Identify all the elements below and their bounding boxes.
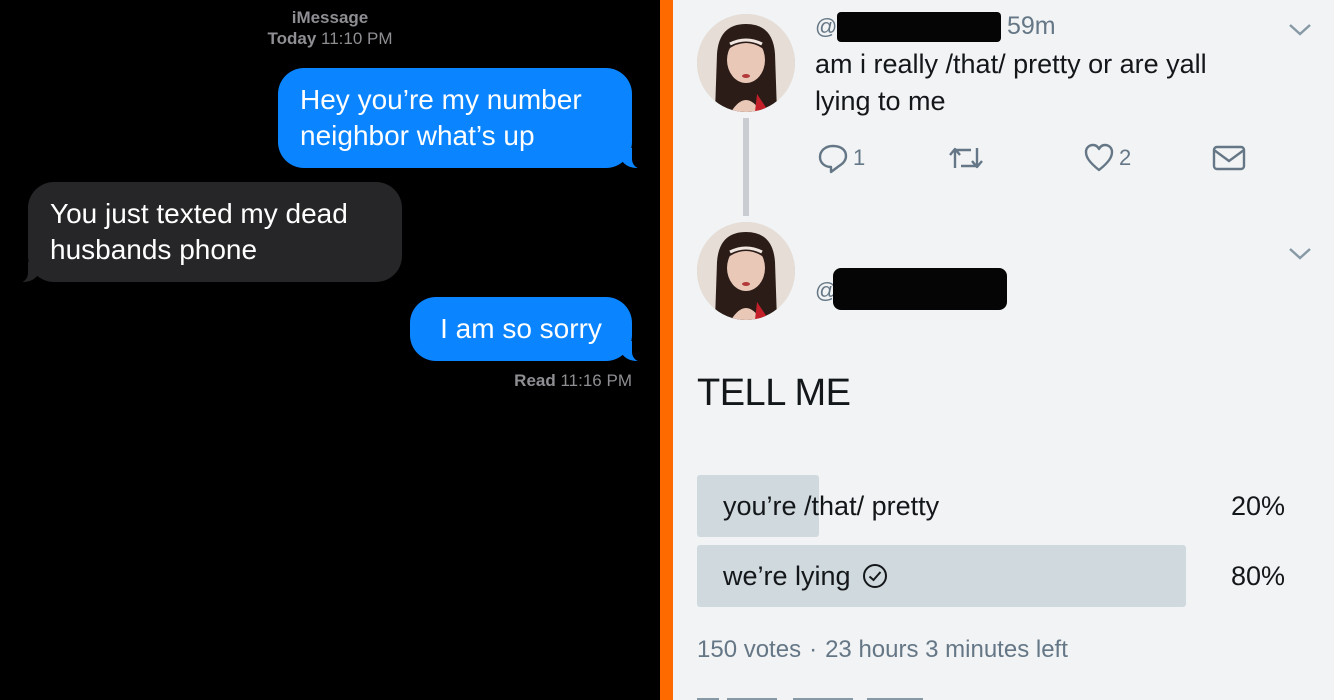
check-circle-icon xyxy=(862,564,887,588)
poll-separator: · xyxy=(809,636,818,663)
read-receipt: Read 11:16 PM xyxy=(514,371,632,391)
timestamp-time: 11:10 PM xyxy=(321,29,393,48)
read-label: Read xyxy=(514,371,556,390)
message-bubble-received[interactable]: You just texted my dead husbands phone xyxy=(8,182,402,283)
profile-photo-icon xyxy=(697,14,795,112)
timestamp-day: Today xyxy=(267,29,317,48)
redacted-username xyxy=(837,12,1001,42)
poll-option[interactable]: we’re lying 80% xyxy=(697,545,1285,607)
poll-option-percent: 80% xyxy=(1230,561,1285,591)
poll-option-label: you’re /that/ pretty xyxy=(723,475,939,537)
service-label: iMessage xyxy=(291,8,369,27)
poll-question: TELL ME xyxy=(697,372,851,414)
poll-option-percent: 20% xyxy=(1230,491,1285,521)
profile-photo-icon xyxy=(697,222,795,320)
like-button[interactable]: 2 xyxy=(1083,142,1131,174)
avatar[interactable] xyxy=(697,222,795,320)
avatar[interactable] xyxy=(697,14,795,112)
conversation-timestamp: Today 11:10 PM xyxy=(0,28,660,50)
message-bubble-sent[interactable]: I am so sorry xyxy=(410,297,652,362)
poll-footer: 150 votes · 23 hours 3 minutes left xyxy=(697,636,1068,664)
poll-option[interactable]: you’re /that/ pretty 20% xyxy=(697,475,1285,537)
tweet-handle[interactable]: @ xyxy=(815,14,837,40)
poll-vote-count: 150 votes xyxy=(697,636,802,663)
retweet-button[interactable] xyxy=(947,142,985,174)
poll-option-label: we’re lying xyxy=(723,545,889,607)
reply-button[interactable]: 1 xyxy=(817,142,865,174)
direct-message-button[interactable] xyxy=(1211,142,1247,174)
reply-count: 1 xyxy=(853,145,866,170)
envelope-icon xyxy=(1212,145,1246,171)
chevron-down-icon[interactable] xyxy=(1287,246,1313,262)
chevron-down-icon[interactable] xyxy=(1287,22,1313,38)
conversation-header: iMessage Today 11:10 PM xyxy=(0,8,660,50)
read-time: 11:16 PM xyxy=(560,371,632,390)
tweet-text: am i really /that/ pretty or are yall ly… xyxy=(815,49,1207,116)
like-count: 2 xyxy=(1119,145,1132,170)
poll-option-text: we’re lying xyxy=(723,561,851,591)
twitter-thread: @ 59m am i really /that/ pretty or are y… xyxy=(673,0,1334,700)
heart-icon xyxy=(1084,143,1114,172)
imessage-conversation: iMessage Today 11:10 PM Hey you’re my nu… xyxy=(0,0,660,700)
reply-icon xyxy=(818,144,848,174)
thread-connector xyxy=(743,118,749,216)
message-bubble-sent[interactable]: Hey you’re my number neighbor what’s up xyxy=(278,68,652,169)
retweet-icon xyxy=(949,147,983,169)
cropped-timestamp xyxy=(697,698,923,700)
redacted-username xyxy=(833,268,1007,310)
tweet-timestamp[interactable]: 59m xyxy=(1007,12,1056,41)
poll-option-text: you’re /that/ pretty xyxy=(723,491,940,521)
poll-time-left: 23 hours 3 minutes left xyxy=(825,636,1068,663)
